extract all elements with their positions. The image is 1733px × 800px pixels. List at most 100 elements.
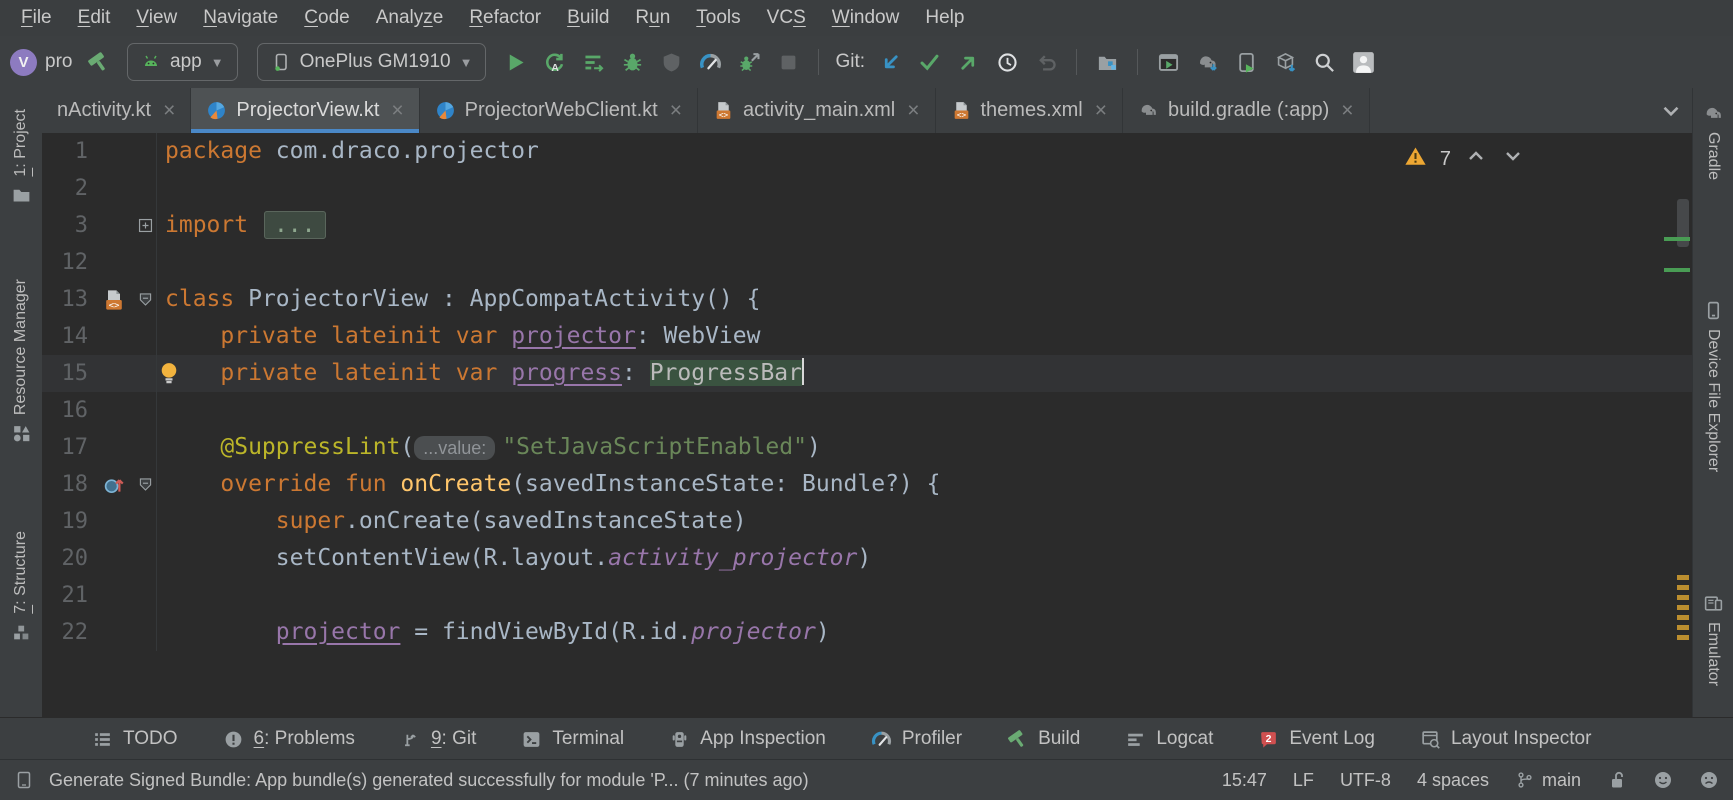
user-avatar-button[interactable] (1347, 46, 1379, 78)
menu-navigate[interactable]: Navigate (190, 7, 291, 29)
toolwindow-logcat[interactable]: Logcat (1125, 728, 1213, 750)
running-devices-button[interactable] (1152, 46, 1184, 78)
menu-code[interactable]: Code (291, 7, 362, 29)
tab-build-gradle-app-[interactable]: build.gradle (:app)× (1123, 88, 1369, 133)
project-widget[interactable]: Vpro (10, 49, 75, 76)
chevron-down-icon[interactable] (1501, 144, 1525, 174)
close-icon[interactable]: × (1341, 100, 1353, 121)
menu-build[interactable]: Build (554, 7, 622, 29)
run-button[interactable] (499, 46, 531, 78)
debug-button[interactable] (616, 46, 648, 78)
lightbulb-icon[interactable] (156, 360, 182, 386)
close-icon[interactable]: × (163, 100, 175, 121)
device-manager-button[interactable] (1230, 46, 1262, 78)
apply-code-changes-button[interactable] (577, 46, 609, 78)
code-line-17[interactable]: 17 @SuppressLint(...value:"SetJavaScript… (42, 429, 1693, 466)
code-line-21[interactable]: 21 (42, 577, 1693, 614)
sdk-manager-button[interactable] (1269, 46, 1301, 78)
chevron-up-icon[interactable] (1464, 144, 1488, 174)
tab-overflow-chevron[interactable] (1658, 98, 1684, 124)
code-line-19[interactable]: 19 super.onCreate(savedInstanceState) (42, 503, 1693, 540)
apply-changes-button[interactable]: A (538, 46, 570, 78)
tab-projectorwebclient-kt[interactable]: ProjectorWebClient.kt× (420, 88, 698, 133)
code-line-22[interactable]: 22 projector = findViewById(R.id.project… (42, 614, 1693, 651)
code-line-16[interactable]: 16 (42, 392, 1693, 429)
toolwindow-profiler[interactable]: Profiler (871, 728, 962, 750)
fold-arrow-icon[interactable] (132, 281, 156, 318)
toolwindow-build[interactable]: Build (1007, 728, 1080, 750)
rollback-button[interactable] (1030, 46, 1062, 78)
tab-nactivity-kt[interactable]: nActivity.kt× (42, 88, 191, 133)
profile-button[interactable] (655, 46, 687, 78)
menu-refactor[interactable]: Refactor (456, 7, 554, 29)
code-editor[interactable]: 1package com.draco.projector23import ...… (42, 133, 1693, 718)
code-line-12[interactable]: 12 (42, 244, 1693, 281)
menu-tools[interactable]: Tools (683, 7, 753, 29)
close-icon[interactable]: × (670, 100, 682, 121)
close-icon[interactable]: × (1095, 100, 1107, 121)
gradle-sync-button[interactable] (1191, 46, 1223, 78)
toolwindow-9-git[interactable]: 9: Git (400, 728, 476, 750)
menu-view[interactable]: View (123, 7, 190, 29)
stripe-item-gradle[interactable]: Gradle (1693, 103, 1733, 180)
history-button[interactable] (991, 46, 1023, 78)
editor-scrollbar[interactable] (1676, 133, 1690, 718)
frown-icon[interactable] (1699, 770, 1719, 790)
menu-window[interactable]: Window (819, 7, 913, 29)
menu-vcs[interactable]: VCS (754, 7, 819, 29)
menu-run[interactable]: Run (622, 7, 683, 29)
toolwindow-event-log[interactable]: 2Event Log (1258, 728, 1375, 750)
fold-plus-icon[interactable] (132, 207, 156, 244)
module-selector[interactable]: app▼ (127, 43, 238, 81)
code-line-2[interactable]: 2 (42, 170, 1693, 207)
attach-debugger-button[interactable] (733, 46, 765, 78)
stripe-item-1-project[interactable]: 1: Project (0, 109, 42, 206)
toolwindow-layout-inspector[interactable]: Layout Inspector (1420, 728, 1591, 750)
project-structure-button[interactable] (1091, 46, 1123, 78)
menu-file[interactable]: File (8, 7, 65, 29)
code-line-13[interactable]: 13<>class ProjectorView : AppCompatActiv… (42, 281, 1693, 318)
close-icon[interactable]: × (391, 100, 403, 121)
tab-activity-main-xml[interactable]: <>activity_main.xml× (698, 88, 936, 133)
code-line-3[interactable]: 3import ... (42, 207, 1693, 244)
clock-icon (996, 51, 1019, 74)
encoding-widget[interactable]: UTF-8 (1340, 770, 1391, 791)
indent-widget[interactable]: 4 spaces (1417, 770, 1489, 791)
override-icon[interactable] (96, 466, 132, 503)
xml-file-icon: <> (713, 100, 734, 121)
tab-themes-xml[interactable]: <>themes.xml× (936, 88, 1124, 133)
toolwindow-6-problems[interactable]: 6: Problems (223, 728, 355, 750)
git-commit-button[interactable] (913, 46, 945, 78)
code-line-15[interactable]: 15 private lateinit var progress: Progre… (42, 355, 1693, 392)
stripe-item-resource-manager[interactable]: Resource Manager (0, 279, 42, 444)
menu-edit[interactable]: Edit (65, 7, 124, 29)
mnemonic-underline: N (203, 7, 217, 28)
toolwindow-terminal[interactable]: Terminal (521, 728, 624, 750)
stripe-item-device-file-explorer[interactable]: Device File Explorer (1693, 300, 1733, 472)
code-line-18[interactable]: 18 override fun onCreate(savedInstanceSt… (42, 466, 1693, 503)
code-line-20[interactable]: 20 setContentView(R.layout.activity_proj… (42, 540, 1693, 577)
stop-button[interactable] (772, 46, 804, 78)
stripe-item-7-structure[interactable]: 7: Structure (0, 531, 42, 643)
menu-analyze[interactable]: Analyze (363, 7, 457, 29)
device-selector[interactable]: OnePlus GM1910▼ (257, 43, 487, 81)
search-everywhere-button[interactable] (1308, 46, 1340, 78)
menu-help[interactable]: Help (912, 7, 977, 29)
git-push-button[interactable] (952, 46, 984, 78)
tab-projectorview-kt[interactable]: ProjectorView.kt× (191, 88, 419, 133)
build-button[interactable] (82, 46, 114, 78)
fold-arrow-icon[interactable] (132, 466, 156, 503)
inspections-widget[interactable]: 7 (1404, 144, 1525, 174)
close-icon[interactable]: × (907, 100, 919, 121)
smiley-icon[interactable] (1653, 770, 1673, 790)
git-branch-widget[interactable]: main (1515, 770, 1581, 791)
line-ending-widget[interactable]: LF (1293, 770, 1314, 791)
code-line-14[interactable]: 14 private lateinit var projector: WebVi… (42, 318, 1693, 355)
stripe-item-emulator[interactable]: Emulator (1693, 593, 1733, 686)
git-update-button[interactable] (874, 46, 906, 78)
layout-xml-icon[interactable]: <> (96, 281, 132, 318)
profiler-button[interactable] (694, 46, 726, 78)
toolwindow-app-inspection[interactable]: App Inspection (669, 728, 826, 750)
toolwindow-todo[interactable]: TODO (92, 728, 178, 750)
unlock-icon[interactable] (1607, 770, 1627, 790)
